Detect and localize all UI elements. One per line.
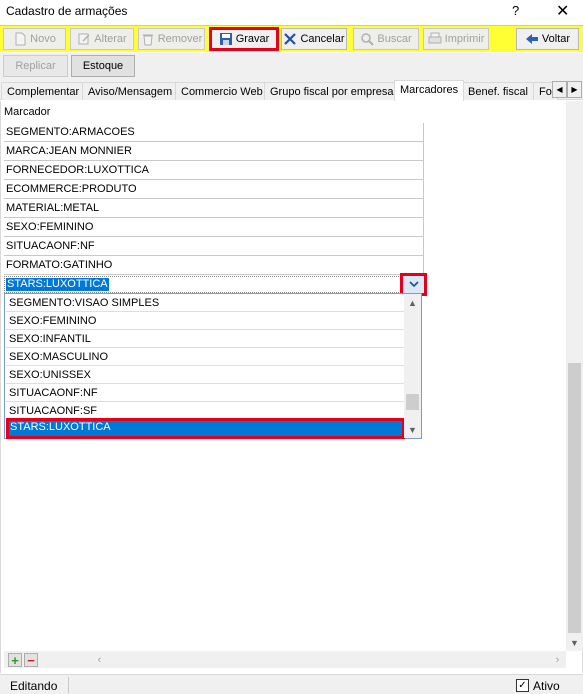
- tab-commercio-web[interactable]: Commercio Web: [175, 82, 269, 100]
- title-bar: Cadastro de armações ? ✕: [0, 0, 583, 24]
- ativo-label: Ativo: [533, 679, 560, 693]
- buscar-label: Buscar: [377, 33, 412, 45]
- grid-row[interactable]: MATERIAL:METAL: [4, 199, 424, 218]
- search-icon: [360, 32, 375, 46]
- grid-row[interactable]: SEGMENTO:ARMACOES: [4, 123, 424, 142]
- grid-row[interactable]: ECOMMERCE:PRODUTO: [4, 180, 424, 199]
- status-divider: [68, 677, 69, 693]
- alterar-label: Alterar: [94, 33, 127, 45]
- tab-marcadores[interactable]: Marcadores: [394, 80, 465, 101]
- novo-button[interactable]: Novo: [3, 28, 66, 50]
- dropdown-option[interactable]: SEXO:UNISSEX: [6, 366, 404, 384]
- imprimir-button[interactable]: Imprimir: [423, 28, 489, 50]
- dropdown-option[interactable]: SEXO:MASCULINO: [6, 348, 404, 366]
- help-button[interactable]: ?: [512, 3, 519, 18]
- tab-scroll-buttons: ◀ ▶: [552, 81, 582, 98]
- panel-scroll-thumb[interactable]: [568, 363, 581, 633]
- gravar-button[interactable]: Gravar: [209, 27, 279, 51]
- status-bar: Editando ✓ Ativo: [0, 674, 583, 694]
- grid-row[interactable]: FORMATO:GATINHO: [4, 256, 424, 275]
- add-row-button[interactable]: +: [8, 653, 22, 667]
- editing-row-value: STARS:LUXOTTICA: [6, 278, 109, 291]
- edit-icon: [77, 32, 91, 46]
- ativo-checkbox[interactable]: ✓: [516, 679, 529, 692]
- tab-complementar[interactable]: Complementar: [1, 82, 86, 100]
- new-document-icon: [13, 32, 27, 46]
- dropdown-option-selected[interactable]: STARS:LUXOTTICA: [6, 418, 405, 439]
- voltar-button[interactable]: Voltar: [516, 28, 579, 50]
- scroll-left-icon[interactable]: ‹: [91, 651, 108, 668]
- gravar-label: Gravar: [235, 33, 270, 45]
- remove-row-button[interactable]: −: [24, 653, 38, 667]
- scroll-up-icon[interactable]: ▲: [404, 294, 421, 311]
- replicar-button[interactable]: Replicar: [3, 55, 68, 77]
- column-header-marcador: Marcador: [4, 106, 51, 118]
- close-button[interactable]: ✕: [556, 1, 569, 21]
- back-arrow-icon: [525, 32, 539, 46]
- dropdown-option[interactable]: SEXO:FEMININO: [6, 312, 404, 330]
- grid-row[interactable]: MARCA:JEAN MONNIER: [4, 142, 424, 161]
- grid-row[interactable]: FORNECEDOR:LUXOTTICA: [4, 161, 424, 180]
- printer-icon: [428, 32, 442, 46]
- estoque-button[interactable]: Estoque: [71, 55, 135, 77]
- tab-grupo-fiscal[interactable]: Grupo fiscal por empresa: [264, 82, 400, 100]
- remover-button[interactable]: Remover: [138, 28, 205, 50]
- tab-aviso-mensagem[interactable]: Aviso/Mensagem: [82, 82, 179, 100]
- main-toolbar: Novo Alterar Remover Gravar Cancelar Bus…: [0, 25, 583, 52]
- remover-label: Remover: [157, 33, 203, 45]
- cancelar-button[interactable]: Cancelar: [281, 28, 347, 50]
- novo-label: Novo: [30, 33, 56, 45]
- trash-icon: [141, 32, 155, 46]
- window-title: Cadastro de armações: [6, 4, 128, 18]
- cancel-x-icon: [283, 32, 297, 46]
- panel-horizontal-scrollbar[interactable]: ‹ ›: [91, 651, 566, 668]
- dropdown-option[interactable]: SITUACAONF:NF: [6, 384, 404, 402]
- grid-row[interactable]: SITUACAONF:NF: [4, 237, 424, 256]
- scroll-down-icon[interactable]: ▼: [566, 634, 583, 651]
- dropdown-option[interactable]: SEXO:INFANTIL: [6, 330, 404, 348]
- dropdown-scroll-thumb[interactable]: [406, 394, 419, 410]
- dropdown-scrollbar[interactable]: ▲ ▼: [404, 294, 421, 438]
- secondary-toolbar: Replicar Estoque: [0, 53, 583, 80]
- imprimir-label: Imprimir: [444, 33, 485, 45]
- tab-strip: Complementar Aviso/Mensagem Commercio We…: [0, 80, 583, 101]
- chevron-down-icon: [408, 281, 419, 288]
- buscar-button[interactable]: Buscar: [353, 28, 419, 50]
- save-icon: [219, 32, 233, 46]
- alterar-button[interactable]: Alterar: [70, 28, 134, 50]
- voltar-label: Voltar: [541, 33, 571, 45]
- status-text: Editando: [10, 679, 58, 693]
- marcadores-panel: Marcador SEGMENTO:ARMACOES MARCA:JEAN MO…: [0, 101, 583, 673]
- tab-scroll-left-icon[interactable]: ◀: [552, 81, 567, 98]
- dropdown-option[interactable]: SEGMENTO:VISAO SIMPLES: [6, 294, 404, 312]
- editing-row-combobox[interactable]: STARS:LUXOTTICA: [4, 276, 425, 293]
- scroll-right-icon[interactable]: ›: [549, 651, 566, 668]
- tab-scroll-right-icon[interactable]: ▶: [567, 81, 582, 98]
- tab-benef-fiscal[interactable]: Benef. fiscal: [462, 82, 534, 100]
- scroll-down-icon[interactable]: ▼: [404, 421, 421, 438]
- grid-row[interactable]: SEXO:FEMININO: [4, 218, 424, 237]
- marcador-dropdown-list: SEGMENTO:VISAO SIMPLES SEXO:FEMININO SEX…: [4, 293, 422, 439]
- panel-vertical-scrollbar[interactable]: ▼: [566, 101, 583, 651]
- cancelar-label: Cancelar: [300, 33, 345, 45]
